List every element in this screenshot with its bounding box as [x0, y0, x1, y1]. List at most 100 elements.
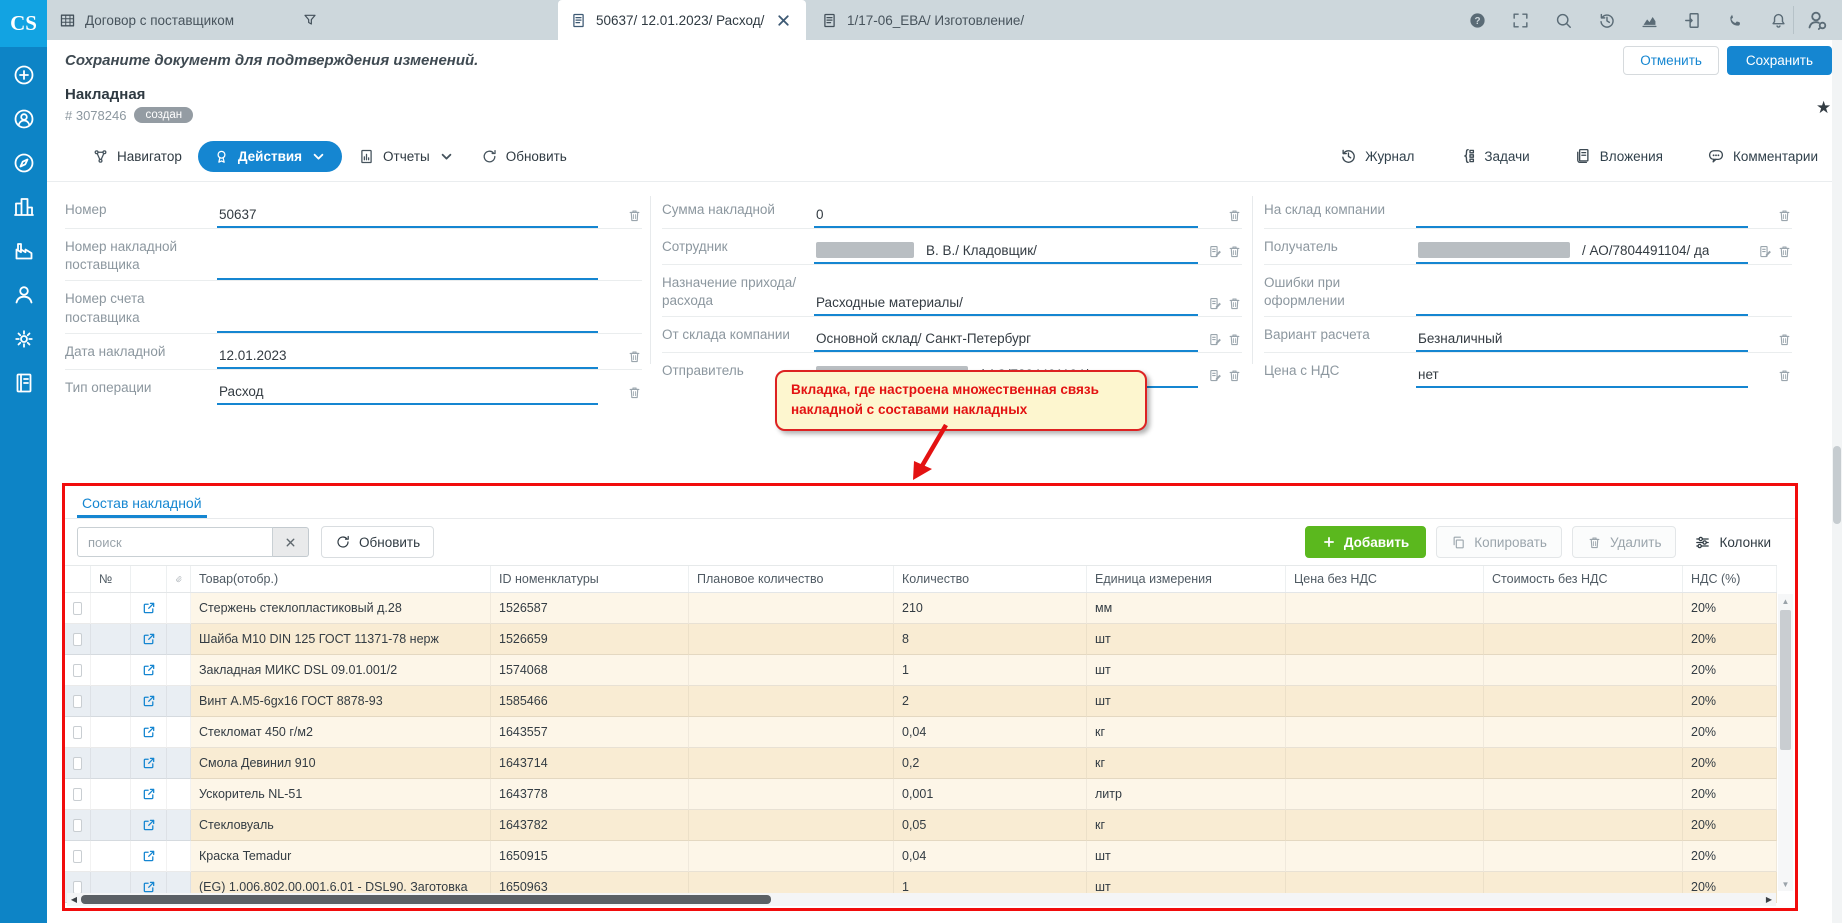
delete-row-button[interactable]: Удалить — [1572, 526, 1677, 558]
cell-price-no-vat[interactable] — [1286, 624, 1484, 655]
field-value[interactable]: нет — [1416, 360, 1748, 388]
cell-vat[interactable]: 20% — [1683, 624, 1777, 655]
external-link-icon[interactable] — [142, 787, 156, 801]
tab-manufacturing[interactable]: 1/17-06_ЕВА/ Изготовление/ — [809, 0, 1069, 40]
table-row[interactable]: Смола Девинил 9101643714 0,2кг 20% — [65, 748, 1777, 779]
cell-price-no-vat[interactable] — [1286, 841, 1484, 872]
edit-icon[interactable] — [1208, 296, 1223, 311]
row-checkbox[interactable] — [73, 633, 82, 646]
add-row-button[interactable]: Добавить — [1305, 526, 1426, 558]
navigator-button[interactable]: Навигатор — [82, 142, 192, 171]
search-icon[interactable] — [1554, 11, 1573, 30]
tab-composition[interactable]: Состав накладной — [77, 488, 207, 518]
cell-qty[interactable]: 8 — [894, 624, 1087, 655]
tab-contract-supplier[interactable]: Договор с поставщиком — [47, 0, 330, 40]
trash-icon[interactable] — [627, 349, 642, 364]
trash-icon[interactable] — [1777, 208, 1792, 223]
cell-unit[interactable]: шт — [1087, 624, 1286, 655]
field-value[interactable]: 0 — [814, 199, 1198, 228]
cell-vat[interactable]: 20% — [1683, 841, 1777, 872]
cell-planned-qty[interactable] — [689, 748, 894, 779]
trash-icon[interactable] — [627, 208, 642, 223]
horizontal-scroll-thumb[interactable] — [81, 895, 771, 904]
sidebar-item-person[interactable] — [12, 283, 36, 307]
header-vat[interactable]: НДС (%) — [1683, 566, 1777, 592]
cell-product[interactable]: Стекловуаль — [191, 810, 491, 841]
tab-invoice-active[interactable]: 50637/ 12.01.2023/ Расход/ — [558, 0, 806, 40]
field-value[interactable]: Расход — [217, 377, 598, 405]
cell-nomenclature-id[interactable]: 1643782 — [491, 810, 689, 841]
search-input[interactable] — [77, 527, 273, 557]
cell-price-no-vat[interactable] — [1286, 686, 1484, 717]
cell-price-no-vat[interactable] — [1286, 779, 1484, 810]
table-refresh-button[interactable]: Обновить — [321, 526, 434, 558]
header-num[interactable]: № — [91, 566, 131, 592]
page-scrollbar[interactable] — [1832, 40, 1842, 923]
cell-product[interactable]: Стекломат 450 г/м2 — [191, 717, 491, 748]
cell-cost-no-vat[interactable] — [1484, 655, 1683, 686]
cell-price-no-vat[interactable] — [1286, 593, 1484, 624]
header-cost-no-vat[interactable]: Стоимость без НДС — [1484, 566, 1683, 592]
cell-unit[interactable]: кг — [1087, 748, 1286, 779]
cell-qty[interactable]: 1 — [894, 655, 1087, 686]
tasks-button[interactable]: Задачи — [1454, 141, 1533, 171]
header-product[interactable]: Товар(отобр.) — [191, 566, 491, 592]
actions-button[interactable]: Действия — [198, 141, 342, 172]
header-unit[interactable]: Единица измерения — [1087, 566, 1286, 592]
cell-nomenclature-id[interactable]: 1526587 — [491, 593, 689, 624]
cell-unit[interactable]: кг — [1087, 717, 1286, 748]
close-icon[interactable] — [775, 12, 792, 29]
table-row[interactable]: Шайба М10 DIN 125 ГОСТ 11371-78 нерж1526… — [65, 624, 1777, 655]
table-vertical-scrollbar[interactable]: ▲ ▼ — [1778, 594, 1793, 891]
field-value[interactable] — [217, 288, 598, 332]
cell-price-no-vat[interactable] — [1286, 748, 1484, 779]
cancel-button[interactable]: Отменить — [1623, 46, 1719, 75]
cell-planned-qty[interactable] — [689, 779, 894, 810]
attachments-button[interactable]: Вложения — [1570, 141, 1667, 171]
cell-nomenclature-id[interactable]: 1643714 — [491, 748, 689, 779]
cell-qty[interactable]: 0,2 — [894, 748, 1087, 779]
history-icon[interactable] — [1597, 11, 1616, 30]
header-planned-qty[interactable]: Плановое количество — [689, 566, 894, 592]
edit-icon[interactable] — [1208, 332, 1223, 347]
cell-nomenclature-id[interactable]: 1526659 — [491, 624, 689, 655]
vertical-scroll-thumb[interactable] — [1780, 610, 1791, 750]
phone-icon[interactable] — [1726, 11, 1745, 30]
cell-unit[interactable]: шт — [1087, 841, 1286, 872]
cell-product[interactable]: Смола Девинил 910 — [191, 748, 491, 779]
trash-icon[interactable] — [1227, 244, 1242, 259]
header-nomenclature-id[interactable]: ID номенклатуры — [491, 566, 689, 592]
search-clear-button[interactable] — [273, 527, 309, 557]
table-row[interactable]: Стекломат 450 г/м216435570,04кг20% — [65, 717, 1777, 748]
sidebar-item-gear[interactable] — [12, 327, 36, 351]
trash-icon[interactable] — [1777, 368, 1792, 383]
row-checkbox[interactable] — [73, 726, 82, 739]
sidebar-item-contact-card[interactable] — [12, 107, 36, 131]
reports-button[interactable]: Отчеты — [348, 142, 465, 171]
funnel-icon[interactable] — [302, 12, 318, 28]
cell-vat[interactable]: 20% — [1683, 717, 1777, 748]
cell-cost-no-vat[interactable] — [1484, 717, 1683, 748]
save-button[interactable]: Сохранить — [1727, 46, 1832, 75]
cell-product[interactable]: Ускоритель NL-51 — [191, 779, 491, 810]
cell-unit[interactable]: шт — [1087, 686, 1286, 717]
table-row[interactable]: Ускоритель NL-5116437780,001литр20% — [65, 779, 1777, 810]
cell-price-no-vat[interactable] — [1286, 655, 1484, 686]
table-row[interactable]: Винт А.М5-6gx16 ГОСТ 8878-9315854662шт20… — [65, 686, 1777, 717]
cell-nomenclature-id[interactable]: 1650915 — [491, 841, 689, 872]
edit-icon[interactable] — [1758, 244, 1773, 259]
cell-unit[interactable]: литр — [1087, 779, 1286, 810]
cell-product[interactable]: Краска Temadur — [191, 841, 491, 872]
field-value[interactable]: 50637 — [217, 199, 598, 228]
cell-vat[interactable]: 20% — [1683, 748, 1777, 779]
trash-icon[interactable] — [1777, 244, 1792, 259]
trash-icon[interactable] — [627, 385, 642, 400]
cell-qty[interactable]: 210 — [894, 593, 1087, 624]
cell-product[interactable]: Винт А.М5-6gx16 ГОСТ 8878-93 — [191, 686, 491, 717]
row-checkbox[interactable] — [73, 788, 82, 801]
cell-cost-no-vat[interactable] — [1484, 841, 1683, 872]
cell-vat[interactable]: 20% — [1683, 810, 1777, 841]
header-price-no-vat[interactable]: Цена без НДС — [1286, 566, 1484, 592]
sidebar-item-factory[interactable] — [12, 239, 36, 263]
table-row[interactable]: Стержень стеклопластиковый д.28152658721… — [65, 593, 1777, 624]
